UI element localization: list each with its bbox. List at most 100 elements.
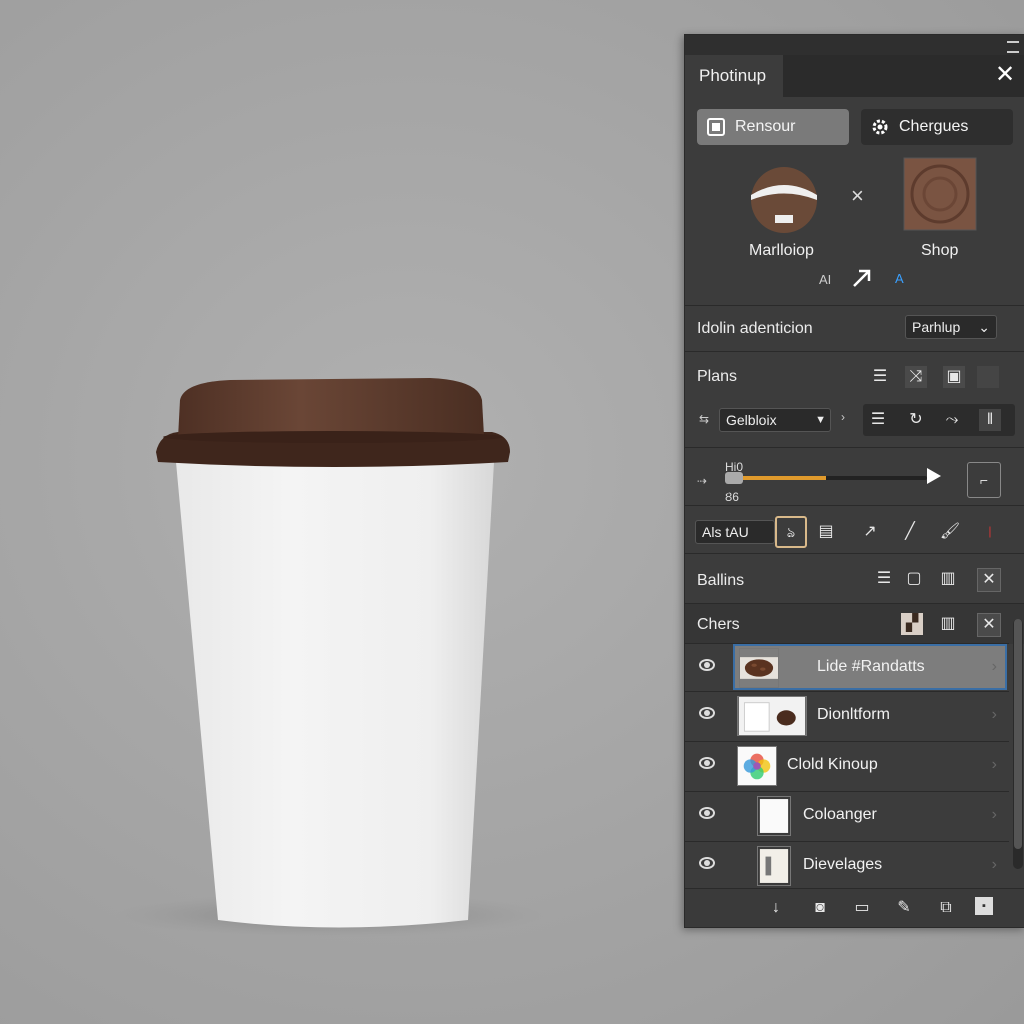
line-tool-icon[interactable]: ╱ xyxy=(899,521,921,543)
marker-icon[interactable]: ❘ xyxy=(979,521,1001,543)
layer-item[interactable]: Dievelages › xyxy=(685,841,1009,890)
multiply-icon: × xyxy=(851,183,864,208)
tab-photinup[interactable]: Photinup xyxy=(685,55,783,97)
ballins-section: Ballins ☰ ▢ ▥ ✕ xyxy=(685,553,1024,604)
square-icon[interactable]: ▢ xyxy=(903,568,925,590)
transform-icon[interactable]: ⤨ xyxy=(905,366,927,388)
layer-scrollbar[interactable] xyxy=(1013,619,1023,869)
layer-name: Dionltform xyxy=(817,706,890,723)
pause-icon[interactable]: ‖ xyxy=(979,409,1001,431)
layer-item[interactable]: Coloanger › xyxy=(685,791,1009,840)
close-icon[interactable]: ✕ xyxy=(993,63,1017,87)
arrow-up-right-icon[interactable] xyxy=(851,267,873,289)
close-icon[interactable]: ✕ xyxy=(977,568,1001,592)
plans-title: Plans xyxy=(697,368,738,385)
plans-dropdown[interactable]: Gelbloix ▼ xyxy=(719,408,831,432)
tool-field-value: Als tAU xyxy=(702,524,749,540)
ballins-title: Ballins xyxy=(697,572,745,589)
chevron-right-icon[interactable]: › xyxy=(992,806,997,824)
layer-item[interactable]: Dionltform › xyxy=(685,691,1009,740)
cup-photo-thumbnail xyxy=(737,696,807,736)
chevron-right-icon[interactable]: › xyxy=(992,706,997,724)
download-icon[interactable]: ↓ xyxy=(765,897,787,919)
pen-icon[interactable]: ✎ xyxy=(893,897,915,919)
eye-icon[interactable] xyxy=(699,857,715,869)
resource-button[interactable]: Rensour xyxy=(697,109,849,145)
plans-section: Plans ☰ ⤨ ▣ ⇆ Gelbloix ▼ › ☰ ↻ ⤳ ‖ xyxy=(685,351,1024,448)
scrollbar-thumb[interactable] xyxy=(1014,619,1022,849)
changes-button[interactable]: Chergues xyxy=(861,109,1013,145)
resource-button-label: Rensour xyxy=(735,118,796,135)
eye-icon[interactable] xyxy=(699,807,715,819)
eye-icon[interactable] xyxy=(699,707,715,719)
slider-track[interactable] xyxy=(725,472,927,484)
panel-footer: ↓ ◙ ▭ ✎ ⧉ ▪ xyxy=(685,888,1024,927)
cup-lid-thumbnail[interactable] xyxy=(749,165,819,235)
layers-stack-icon[interactable]: ▥ xyxy=(937,568,959,590)
panel-tabbar: Photinup ✕ xyxy=(685,55,1024,97)
panel-topbar xyxy=(685,35,1024,55)
chevron-right-icon[interactable]: › xyxy=(992,658,997,676)
gear-icon xyxy=(872,119,888,135)
slider-handle[interactable] xyxy=(725,472,743,484)
slider-bottom-label: Ȣ6 xyxy=(725,490,739,504)
layer-name: Clold Kinoup xyxy=(787,756,878,773)
identification-dropdown[interactable]: Parhlup ⌄ xyxy=(905,315,997,339)
color-wheel-thumbnail xyxy=(737,746,777,786)
layer-name: Dievelages xyxy=(803,856,883,873)
identification-row: Idolin adenticion Parhlup ⌄ xyxy=(685,305,1024,352)
image-icon[interactable]: ▣ xyxy=(943,366,965,388)
frame-icon[interactable]: ⌐ xyxy=(967,462,1001,498)
chevron-right-icon[interactable]: › xyxy=(992,756,997,774)
save-icon[interactable]: ▤ xyxy=(815,521,837,543)
layer-name: Lide #Randatts xyxy=(817,658,925,675)
layer-name: Coloanger xyxy=(803,806,877,823)
layers-stack-icon[interactable]: ▥ xyxy=(937,613,959,635)
changes-button-label: Chergues xyxy=(899,118,969,135)
panel-menu-icon[interactable] xyxy=(1007,41,1019,53)
align-icon[interactable]: ☰ xyxy=(867,409,889,431)
identification-dropdown-value: Parhlup xyxy=(912,319,961,335)
tool-field[interactable]: Als tAU xyxy=(695,520,775,544)
trash-icon[interactable]: ▪ xyxy=(975,897,993,915)
rotate-icon[interactable]: ↻ xyxy=(905,409,927,431)
pen-curve-icon[interactable]: ⤳ xyxy=(941,409,963,431)
dropdown-arrow-icon: ⌄ xyxy=(978,319,990,335)
image-thumb-icon[interactable]: ▞ xyxy=(901,613,923,635)
play-icon[interactable] xyxy=(927,468,941,484)
adjustment-icon[interactable]: ▭ xyxy=(851,897,873,919)
arrow-tool-icon[interactable]: ↗ xyxy=(859,521,881,543)
chevron-right-icon[interactable]: › xyxy=(992,856,997,874)
list-icon[interactable]: ☰ xyxy=(873,568,895,590)
texture-thumbnail[interactable] xyxy=(903,157,977,231)
eye-icon[interactable] xyxy=(699,659,715,671)
brush-icon[interactable]: 🖌 xyxy=(939,521,961,543)
font-a-icon[interactable]: A xyxy=(895,271,904,286)
link-icon[interactable]: ⇆ xyxy=(699,412,709,426)
eye-icon[interactable] xyxy=(699,757,715,769)
tool-row: Als tAU ঌ ▤ ↗ ╱ 🖌 ❘ xyxy=(685,505,1024,554)
lasso-icon[interactable]: ঌ xyxy=(775,516,807,548)
close-icon[interactable]: ✕ xyxy=(977,613,1001,637)
slider-section: Hi0 Ȣ6 ⇢ ⌐ xyxy=(685,447,1024,506)
canvas-cup-mockup xyxy=(115,378,545,937)
list-icon[interactable]: ☰ xyxy=(869,366,891,388)
resource-icon xyxy=(707,118,725,136)
preview-left-label: Marlloiop xyxy=(749,242,814,259)
new-layer-icon[interactable]: ⧉ xyxy=(935,897,957,919)
blank-tool-icon[interactable] xyxy=(977,366,999,388)
slider-icon: ⇢ xyxy=(697,474,708,488)
plans-toolbar: ☰ ↻ ⤳ ‖ xyxy=(863,404,1015,436)
chers-title: Chers xyxy=(697,616,740,633)
preview-area: × Marlloiop Shop AI A xyxy=(685,157,1024,305)
properties-panel: Photinup ✕ Rensour Chergues × Marlloiop … xyxy=(684,34,1024,928)
device-doc-thumbnail xyxy=(757,846,791,886)
coffee-beans-thumbnail xyxy=(739,648,779,688)
layer-item[interactable]: Clold Kinoup › xyxy=(685,741,1009,790)
layer-item[interactable]: Lide #Randatts › xyxy=(685,643,1009,692)
white-doc-thumbnail xyxy=(757,796,791,836)
chevron-right-icon[interactable]: › xyxy=(841,410,845,424)
preview-right-label: Shop xyxy=(921,242,959,259)
ai-label: AI xyxy=(819,272,832,287)
mask-icon[interactable]: ◙ xyxy=(809,897,831,919)
